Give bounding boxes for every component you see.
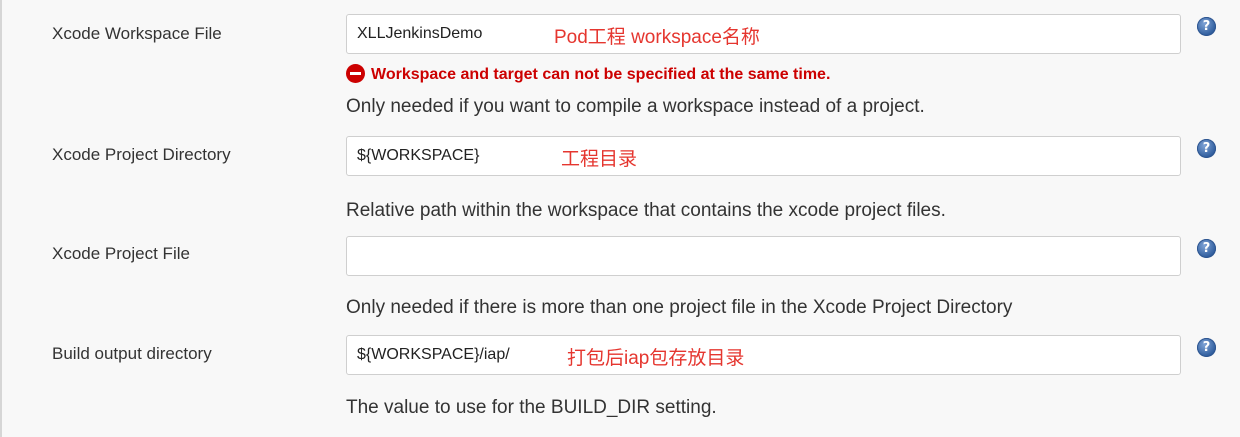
project-directory-annotation: 工程目录	[561, 149, 638, 170]
project-file-label: Xcode Project File	[52, 244, 190, 263]
project-directory-input[interactable]: ${WORKSPACE} 工程目录	[346, 136, 1181, 176]
workspace-file-annotation: Pod工程 workspace名称	[554, 27, 760, 48]
build-output-input[interactable]: ${WORKSPACE}/iap/ 打包后iap包存放目录	[346, 335, 1181, 375]
build-output-annotation: 打包后iap包存放目录	[567, 348, 745, 369]
workspace-file-value: XLLJenkinsDemo	[357, 25, 483, 42]
question-mark-icon[interactable]: ?	[1197, 139, 1216, 158]
question-mark-icon[interactable]: ?	[1197, 239, 1216, 258]
left-border	[0, 0, 2, 437]
workspace-file-label: Xcode Workspace File	[52, 24, 222, 43]
project-file-input[interactable]	[346, 236, 1181, 276]
project-file-description: Only needed if there is more than one pr…	[346, 297, 1013, 318]
build-output-label: Build output directory	[52, 344, 212, 363]
build-output-description: The value to use for the BUILD_DIR setti…	[346, 397, 717, 418]
workspace-file-input[interactable]: XLLJenkinsDemo Pod工程 workspace名称	[346, 14, 1181, 54]
error-minus-icon	[346, 64, 365, 83]
question-mark-icon[interactable]: ?	[1197, 338, 1216, 357]
project-directory-value: ${WORKSPACE}	[357, 147, 480, 164]
workspace-error-text: Workspace and target can not be specifie…	[371, 66, 831, 83]
build-output-value: ${WORKSPACE}/iap/	[357, 346, 510, 363]
workspace-error-message: Workspace and target can not be specifie…	[346, 64, 830, 84]
workspace-file-description: Only needed if you want to compile a wor…	[346, 96, 925, 117]
project-directory-description: Relative path within the workspace that …	[346, 200, 946, 221]
question-mark-icon[interactable]: ?	[1197, 17, 1216, 36]
project-directory-label: Xcode Project Directory	[52, 145, 231, 164]
